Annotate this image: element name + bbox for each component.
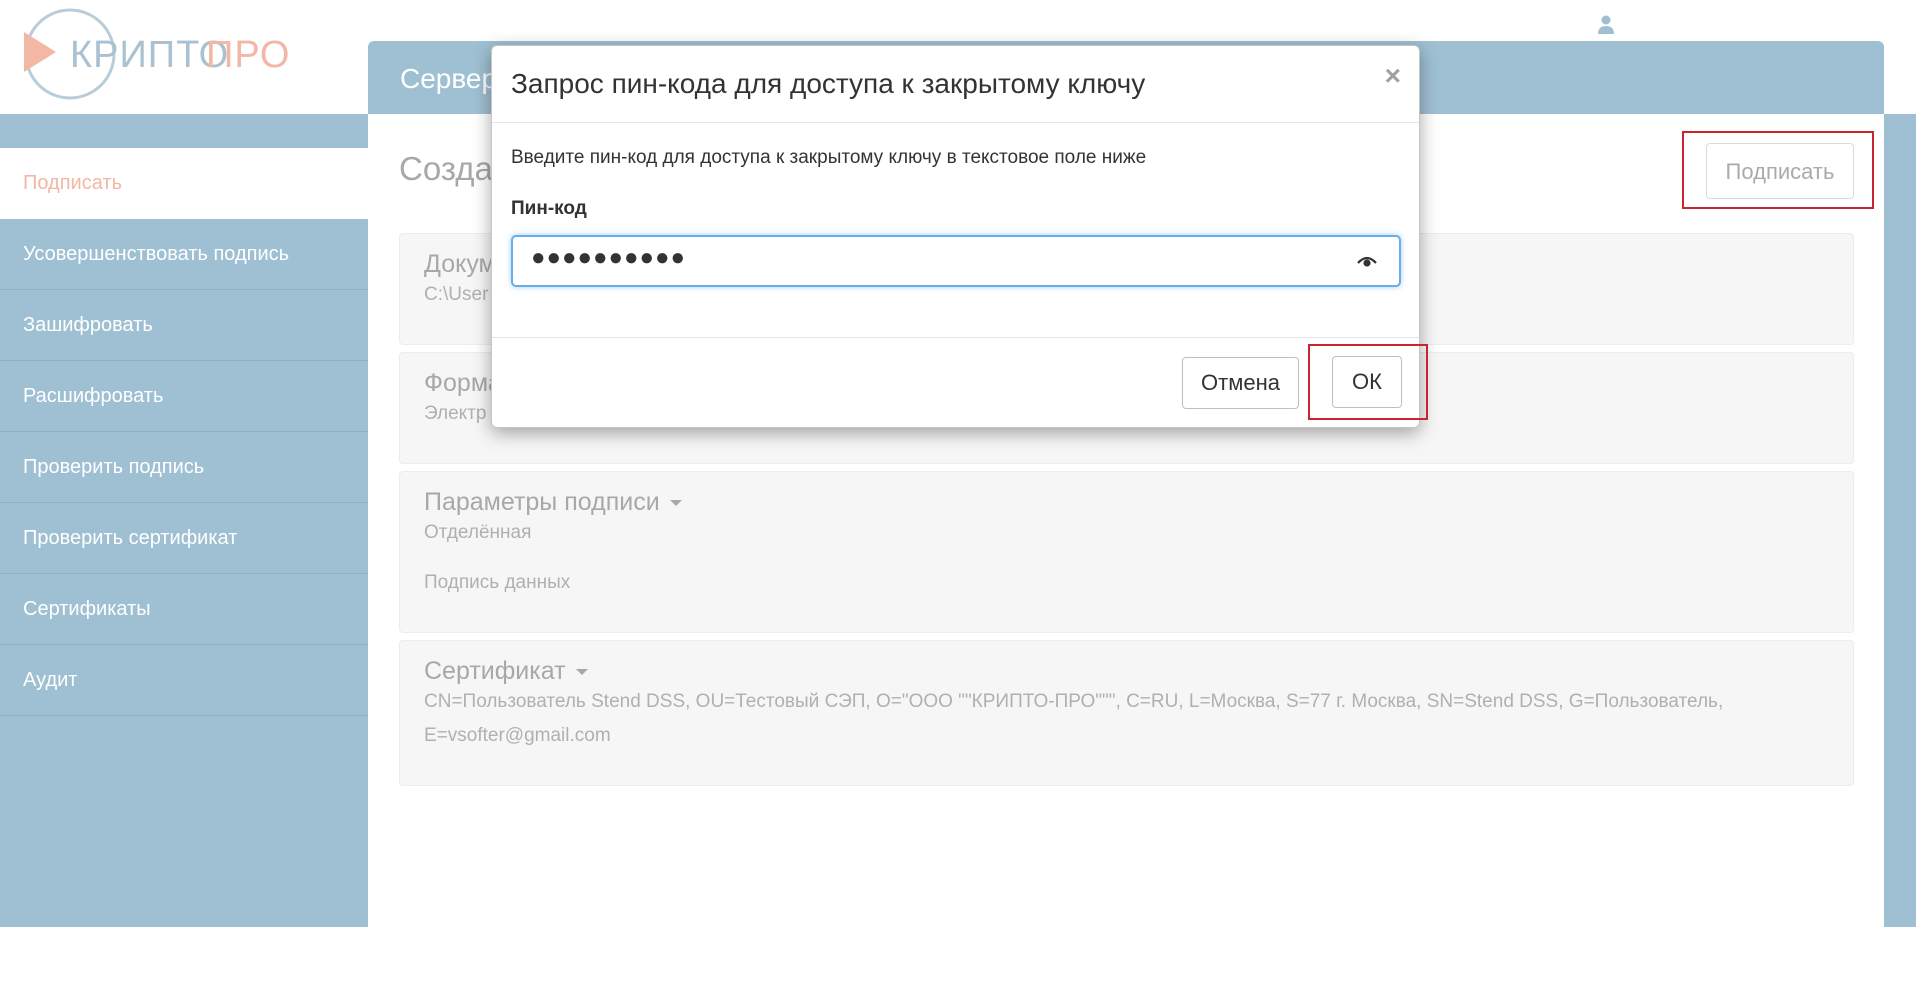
sign-button-highlight: Подписать [1682,131,1874,209]
close-icon[interactable]: × [1385,60,1401,92]
dialog-description: Введите пин-код для доступа к закрытому … [511,147,1147,168]
user-icon[interactable] [1597,14,1615,36]
cancel-button[interactable]: Отмена [1182,357,1299,409]
signature-type: Отделённая [424,522,532,543]
sidebar-item-enhance-signature[interactable]: Усовершенствовать подпись [0,219,368,290]
ok-button[interactable]: ОК [1332,356,1402,408]
eye-icon[interactable] [1357,254,1377,268]
certificate-title[interactable]: Сертификат [424,657,588,686]
right-strip [1884,114,1916,927]
sidebar-item-certificates[interactable]: Сертификаты [0,574,368,645]
document-path: C:\User [424,284,489,305]
format-value: Электр [424,403,487,424]
sidebar: Подписать Усовершенствовать подпись Заши… [0,114,368,927]
ok-button-highlight: ОК [1308,344,1428,420]
main-header-title: Сервер [400,63,498,94]
signature-params-title[interactable]: Параметры подписи [424,488,682,517]
signature-params-title-text: Параметры подписи [424,488,660,516]
certificate-card[interactable]: Сертификат CN=Пользователь Stend DSS, OU… [399,640,1854,786]
sidebar-item-verify-signature[interactable]: Проверить подпись [0,432,368,503]
dialog-title: Запрос пин-кода для доступа к закрытому … [511,68,1146,99]
certificate-subject-line2: E=vsofter@gmail.com [424,725,611,746]
pin-label: Пин-код [511,198,587,219]
certificate-title-text: Сертификат [424,657,566,685]
certificate-subject-line1: CN=Пользователь Stend DSS, OU=Тестовый С… [424,691,1724,712]
caret-down-icon [575,669,588,676]
logo-text-right: ПРО [206,34,291,76]
sign-button[interactable]: Подписать [1706,143,1854,199]
signature-params-card[interactable]: Параметры подписи Отделённая Подпись дан… [399,471,1854,633]
pin-input[interactable]: ●●●●●●●●●● [511,235,1401,287]
document-title: Докум [424,250,496,278]
pin-masked-value: ●●●●●●●●●● [531,244,686,271]
sidebar-item-decrypt[interactable]: Расшифровать [0,361,368,432]
sidebar-item-verify-certificate[interactable]: Проверить сертификат [0,503,368,574]
page-title: Созда [399,150,493,187]
sidebar-item-encrypt[interactable]: Зашифровать [0,290,368,361]
sidebar-item-sign[interactable]: Подписать [0,148,368,219]
signature-mode: Подпись данных [424,572,571,593]
dialog-footer-divider [492,337,1419,338]
dialog-header-divider [492,122,1419,123]
pin-request-dialog: Запрос пин-кода для доступа к закрытому … [491,45,1420,428]
caret-down-icon [669,500,682,507]
cryptopro-logo: КРИПТО ПРО [18,4,291,104]
sidebar-item-audit[interactable]: Аудит [0,645,368,716]
